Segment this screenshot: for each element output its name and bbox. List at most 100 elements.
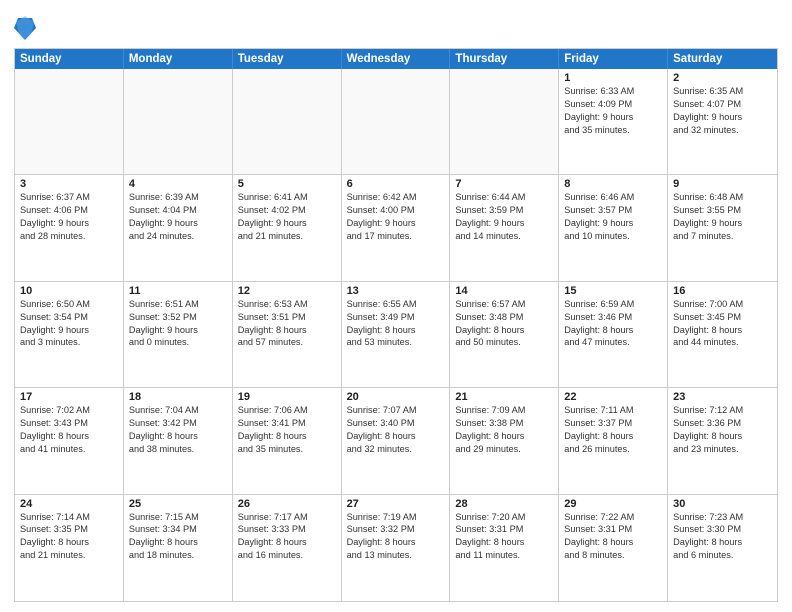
cell-details: Sunrise: 7:17 AM Sunset: 3:33 PM Dayligh… [238,511,336,563]
cell-details: Sunrise: 7:14 AM Sunset: 3:35 PM Dayligh… [20,511,118,563]
calendar-body: 1Sunrise: 6:33 AM Sunset: 4:09 PM Daylig… [15,69,777,601]
cell-details: Sunrise: 7:09 AM Sunset: 3:38 PM Dayligh… [455,404,553,456]
day-number: 20 [347,391,445,403]
calendar-cell [233,69,342,174]
day-number: 29 [564,498,662,510]
cell-details: Sunrise: 7:15 AM Sunset: 3:34 PM Dayligh… [129,511,227,563]
cell-details: Sunrise: 7:06 AM Sunset: 3:41 PM Dayligh… [238,404,336,456]
weekday-header: Friday [559,49,668,69]
cell-details: Sunrise: 7:12 AM Sunset: 3:36 PM Dayligh… [673,404,772,456]
calendar-cell: 23Sunrise: 7:12 AM Sunset: 3:36 PM Dayli… [668,388,777,493]
calendar-cell [124,69,233,174]
day-number: 23 [673,391,772,403]
calendar-cell: 13Sunrise: 6:55 AM Sunset: 3:49 PM Dayli… [342,282,451,387]
calendar-cell [450,69,559,174]
cell-details: Sunrise: 6:51 AM Sunset: 3:52 PM Dayligh… [129,298,227,350]
calendar-cell: 19Sunrise: 7:06 AM Sunset: 3:41 PM Dayli… [233,388,342,493]
cell-details: Sunrise: 6:48 AM Sunset: 3:55 PM Dayligh… [673,191,772,243]
cell-details: Sunrise: 6:41 AM Sunset: 4:02 PM Dayligh… [238,191,336,243]
calendar-cell: 20Sunrise: 7:07 AM Sunset: 3:40 PM Dayli… [342,388,451,493]
cell-details: Sunrise: 6:55 AM Sunset: 3:49 PM Dayligh… [347,298,445,350]
page-header [14,10,778,42]
day-number: 7 [455,178,553,190]
day-number: 16 [673,285,772,297]
cell-details: Sunrise: 6:59 AM Sunset: 3:46 PM Dayligh… [564,298,662,350]
day-number: 5 [238,178,336,190]
day-number: 26 [238,498,336,510]
day-number: 8 [564,178,662,190]
cell-details: Sunrise: 7:04 AM Sunset: 3:42 PM Dayligh… [129,404,227,456]
cell-details: Sunrise: 6:53 AM Sunset: 3:51 PM Dayligh… [238,298,336,350]
calendar-row: 3Sunrise: 6:37 AM Sunset: 4:06 PM Daylig… [15,175,777,281]
calendar-cell: 2Sunrise: 6:35 AM Sunset: 4:07 PM Daylig… [668,69,777,174]
calendar-cell: 9Sunrise: 6:48 AM Sunset: 3:55 PM Daylig… [668,175,777,280]
weekday-header: Thursday [450,49,559,69]
calendar-row: 1Sunrise: 6:33 AM Sunset: 4:09 PM Daylig… [15,69,777,175]
calendar-cell: 22Sunrise: 7:11 AM Sunset: 3:37 PM Dayli… [559,388,668,493]
weekday-header: Sunday [15,49,124,69]
cell-details: Sunrise: 7:20 AM Sunset: 3:31 PM Dayligh… [455,511,553,563]
calendar-page: SundayMondayTuesdayWednesdayThursdayFrid… [0,0,792,612]
calendar-cell: 27Sunrise: 7:19 AM Sunset: 3:32 PM Dayli… [342,495,451,601]
day-number: 25 [129,498,227,510]
day-number: 12 [238,285,336,297]
calendar-cell: 15Sunrise: 6:59 AM Sunset: 3:46 PM Dayli… [559,282,668,387]
weekday-header: Saturday [668,49,777,69]
day-number: 13 [347,285,445,297]
day-number: 9 [673,178,772,190]
day-number: 2 [673,72,772,84]
day-number: 11 [129,285,227,297]
weekday-header: Monday [124,49,233,69]
cell-details: Sunrise: 6:37 AM Sunset: 4:06 PM Dayligh… [20,191,118,243]
day-number: 24 [20,498,118,510]
calendar-cell: 18Sunrise: 7:04 AM Sunset: 3:42 PM Dayli… [124,388,233,493]
day-number: 21 [455,391,553,403]
day-number: 6 [347,178,445,190]
day-number: 15 [564,285,662,297]
day-number: 18 [129,391,227,403]
cell-details: Sunrise: 6:50 AM Sunset: 3:54 PM Dayligh… [20,298,118,350]
calendar-cell: 12Sunrise: 6:53 AM Sunset: 3:51 PM Dayli… [233,282,342,387]
calendar-cell: 3Sunrise: 6:37 AM Sunset: 4:06 PM Daylig… [15,175,124,280]
day-number: 4 [129,178,227,190]
calendar-cell: 14Sunrise: 6:57 AM Sunset: 3:48 PM Dayli… [450,282,559,387]
cell-details: Sunrise: 6:57 AM Sunset: 3:48 PM Dayligh… [455,298,553,350]
cell-details: Sunrise: 7:02 AM Sunset: 3:43 PM Dayligh… [20,404,118,456]
calendar-row: 17Sunrise: 7:02 AM Sunset: 3:43 PM Dayli… [15,388,777,494]
day-number: 19 [238,391,336,403]
calendar-cell: 26Sunrise: 7:17 AM Sunset: 3:33 PM Dayli… [233,495,342,601]
calendar-cell: 11Sunrise: 6:51 AM Sunset: 3:52 PM Dayli… [124,282,233,387]
logo [14,14,40,42]
cell-details: Sunrise: 7:11 AM Sunset: 3:37 PM Dayligh… [564,404,662,456]
cell-details: Sunrise: 6:44 AM Sunset: 3:59 PM Dayligh… [455,191,553,243]
cell-details: Sunrise: 6:42 AM Sunset: 4:00 PM Dayligh… [347,191,445,243]
logo-icon [14,14,36,42]
day-number: 27 [347,498,445,510]
day-number: 28 [455,498,553,510]
calendar-cell: 30Sunrise: 7:23 AM Sunset: 3:30 PM Dayli… [668,495,777,601]
calendar-cell: 17Sunrise: 7:02 AM Sunset: 3:43 PM Dayli… [15,388,124,493]
cell-details: Sunrise: 7:19 AM Sunset: 3:32 PM Dayligh… [347,511,445,563]
calendar-cell [342,69,451,174]
cell-details: Sunrise: 6:46 AM Sunset: 3:57 PM Dayligh… [564,191,662,243]
cell-details: Sunrise: 7:23 AM Sunset: 3:30 PM Dayligh… [673,511,772,563]
calendar: SundayMondayTuesdayWednesdayThursdayFrid… [14,48,778,602]
calendar-header: SundayMondayTuesdayWednesdayThursdayFrid… [15,49,777,69]
calendar-row: 10Sunrise: 6:50 AM Sunset: 3:54 PM Dayli… [15,282,777,388]
day-number: 1 [564,72,662,84]
calendar-row: 24Sunrise: 7:14 AM Sunset: 3:35 PM Dayli… [15,495,777,601]
weekday-header: Tuesday [233,49,342,69]
cell-details: Sunrise: 6:33 AM Sunset: 4:09 PM Dayligh… [564,85,662,137]
weekday-header: Wednesday [342,49,451,69]
cell-details: Sunrise: 7:07 AM Sunset: 3:40 PM Dayligh… [347,404,445,456]
calendar-cell: 28Sunrise: 7:20 AM Sunset: 3:31 PM Dayli… [450,495,559,601]
cell-details: Sunrise: 7:22 AM Sunset: 3:31 PM Dayligh… [564,511,662,563]
calendar-cell: 25Sunrise: 7:15 AM Sunset: 3:34 PM Dayli… [124,495,233,601]
calendar-cell: 1Sunrise: 6:33 AM Sunset: 4:09 PM Daylig… [559,69,668,174]
day-number: 10 [20,285,118,297]
calendar-cell: 6Sunrise: 6:42 AM Sunset: 4:00 PM Daylig… [342,175,451,280]
calendar-cell [15,69,124,174]
calendar-cell: 4Sunrise: 6:39 AM Sunset: 4:04 PM Daylig… [124,175,233,280]
day-number: 30 [673,498,772,510]
day-number: 17 [20,391,118,403]
